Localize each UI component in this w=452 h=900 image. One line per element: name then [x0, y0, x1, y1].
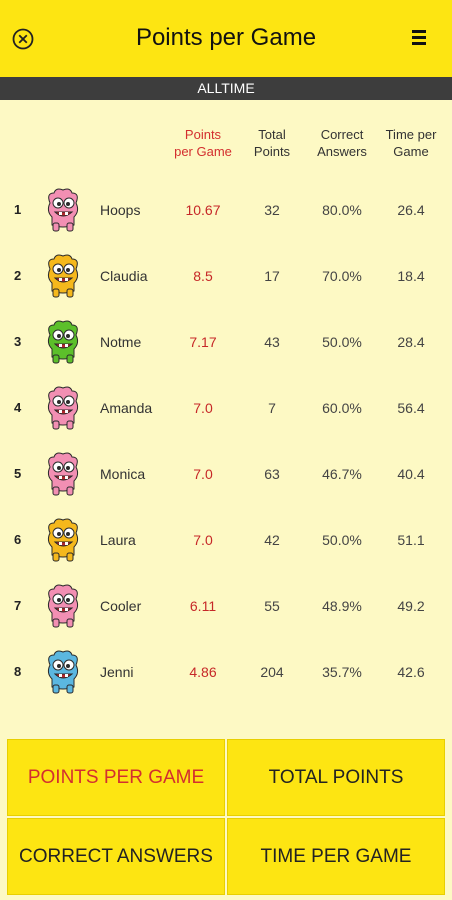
monster-avatar-icon [44, 385, 82, 431]
player-name: Jenni [100, 664, 134, 680]
rank-number: 8 [14, 664, 22, 679]
time-per-game-value: 56.4 [397, 400, 425, 416]
monster-avatar-icon [44, 649, 82, 695]
points-per-game-value: 7.0 [193, 400, 213, 416]
monster-avatar-icon [44, 187, 82, 233]
hamburger-menu-icon[interactable] [412, 30, 426, 45]
player-name: Notme [100, 334, 142, 350]
correct-answers-value: 46.7% [322, 466, 362, 482]
points-per-game-value: 7.17 [189, 334, 217, 350]
correct-answers-value: 48.9% [322, 598, 362, 614]
correct-answers-value: 50.0% [322, 532, 362, 548]
leaderboard-row[interactable]: 2 Claudia 8.5 17 70.0% 18.4 [0, 243, 452, 309]
sort-time-per-game-button[interactable]: TIME PER GAME [227, 818, 445, 895]
monster-avatar-icon [44, 583, 82, 629]
column-header-time-per-game[interactable]: Time per Game [380, 126, 442, 160]
total-points-value: 7 [268, 400, 276, 416]
monster-avatar-icon [44, 319, 82, 365]
points-per-game-value: 7.0 [193, 466, 213, 482]
leaderboard-row[interactable]: 5 Monica 7.0 63 46.7% 40.4 [0, 441, 452, 507]
points-per-game-value: 10.67 [185, 202, 221, 218]
page-title: Points per Game [135, 24, 317, 51]
time-per-game-value: 18.4 [397, 268, 425, 284]
total-points-value: 42 [264, 532, 280, 548]
time-per-game-value: 40.4 [397, 466, 425, 482]
leaderboard-row[interactable]: 6 Laura 7.0 42 50.0% 51.1 [0, 507, 452, 573]
correct-answers-value: 60.0% [322, 400, 362, 416]
monster-avatar-icon [44, 451, 82, 497]
points-per-game-value: 6.11 [189, 598, 217, 614]
total-points-value: 204 [260, 664, 284, 680]
column-header-correct-answers[interactable]: Correct Answers [307, 126, 377, 160]
player-name: Claudia [100, 268, 148, 284]
column-header-points-per-game[interactable]: Points per Game [168, 126, 238, 160]
monster-avatar-icon [44, 253, 82, 299]
rank-number: 3 [14, 334, 22, 349]
total-points-value: 43 [264, 334, 280, 350]
points-per-game-value: 7.0 [193, 532, 213, 548]
leaderboard-row[interactable]: 3 Notme 7.17 43 50.0% 28.4 [0, 309, 452, 375]
correct-answers-value: 35.7% [322, 664, 362, 680]
app-header: Points per Game [0, 0, 452, 77]
points-per-game-value: 8.5 [193, 268, 213, 284]
rank-number: 2 [14, 268, 22, 283]
total-points-value: 55 [264, 598, 280, 614]
player-name: Laura [100, 532, 136, 548]
time-filter-bar[interactable]: ALLTIME [0, 77, 452, 100]
time-per-game-value: 28.4 [397, 334, 425, 350]
rank-number: 7 [14, 598, 22, 613]
rank-number: 6 [14, 532, 22, 547]
player-name: Amanda [100, 400, 153, 416]
rank-number: 4 [14, 400, 22, 415]
total-points-value: 17 [264, 268, 280, 284]
time-per-game-value: 51.1 [397, 532, 425, 548]
leaderboard-row[interactable]: 8 Jenni 4.86 204 35.7% 42.6 [0, 639, 452, 705]
correct-answers-value: 50.0% [322, 334, 362, 350]
column-header-total-points[interactable]: Total Points [246, 126, 298, 160]
rank-number: 5 [14, 466, 22, 481]
time-per-game-value: 49.2 [397, 598, 425, 614]
correct-answers-value: 80.0% [322, 202, 362, 218]
player-name: Hoops [100, 202, 141, 218]
points-per-game-value: 4.86 [189, 664, 217, 680]
sort-correct-answers-button[interactable]: CORRECT ANSWERS [7, 818, 225, 895]
time-per-game-value: 26.4 [397, 202, 425, 218]
sort-total-points-button[interactable]: TOTAL POINTS [227, 739, 445, 816]
total-points-value: 63 [264, 466, 280, 482]
player-name: Cooler [100, 598, 142, 614]
player-name: Monica [100, 466, 146, 482]
leaderboard-row[interactable]: 4 Amanda 7.0 7 60.0% 56.4 [0, 375, 452, 441]
leaderboard-row[interactable]: 1 Hoops 10.67 32 80.0% 26.4 [0, 177, 452, 243]
monster-avatar-icon [44, 517, 82, 563]
time-per-game-value: 42.6 [397, 664, 425, 680]
total-points-value: 32 [264, 202, 280, 218]
sort-points-per-game-button[interactable]: POINTS PER GAME [7, 739, 225, 816]
correct-answers-value: 70.0% [322, 268, 362, 284]
leaderboard-row[interactable]: 7 Cooler 6.11 55 48.9% 49.2 [0, 573, 452, 639]
rank-number: 1 [14, 202, 22, 217]
